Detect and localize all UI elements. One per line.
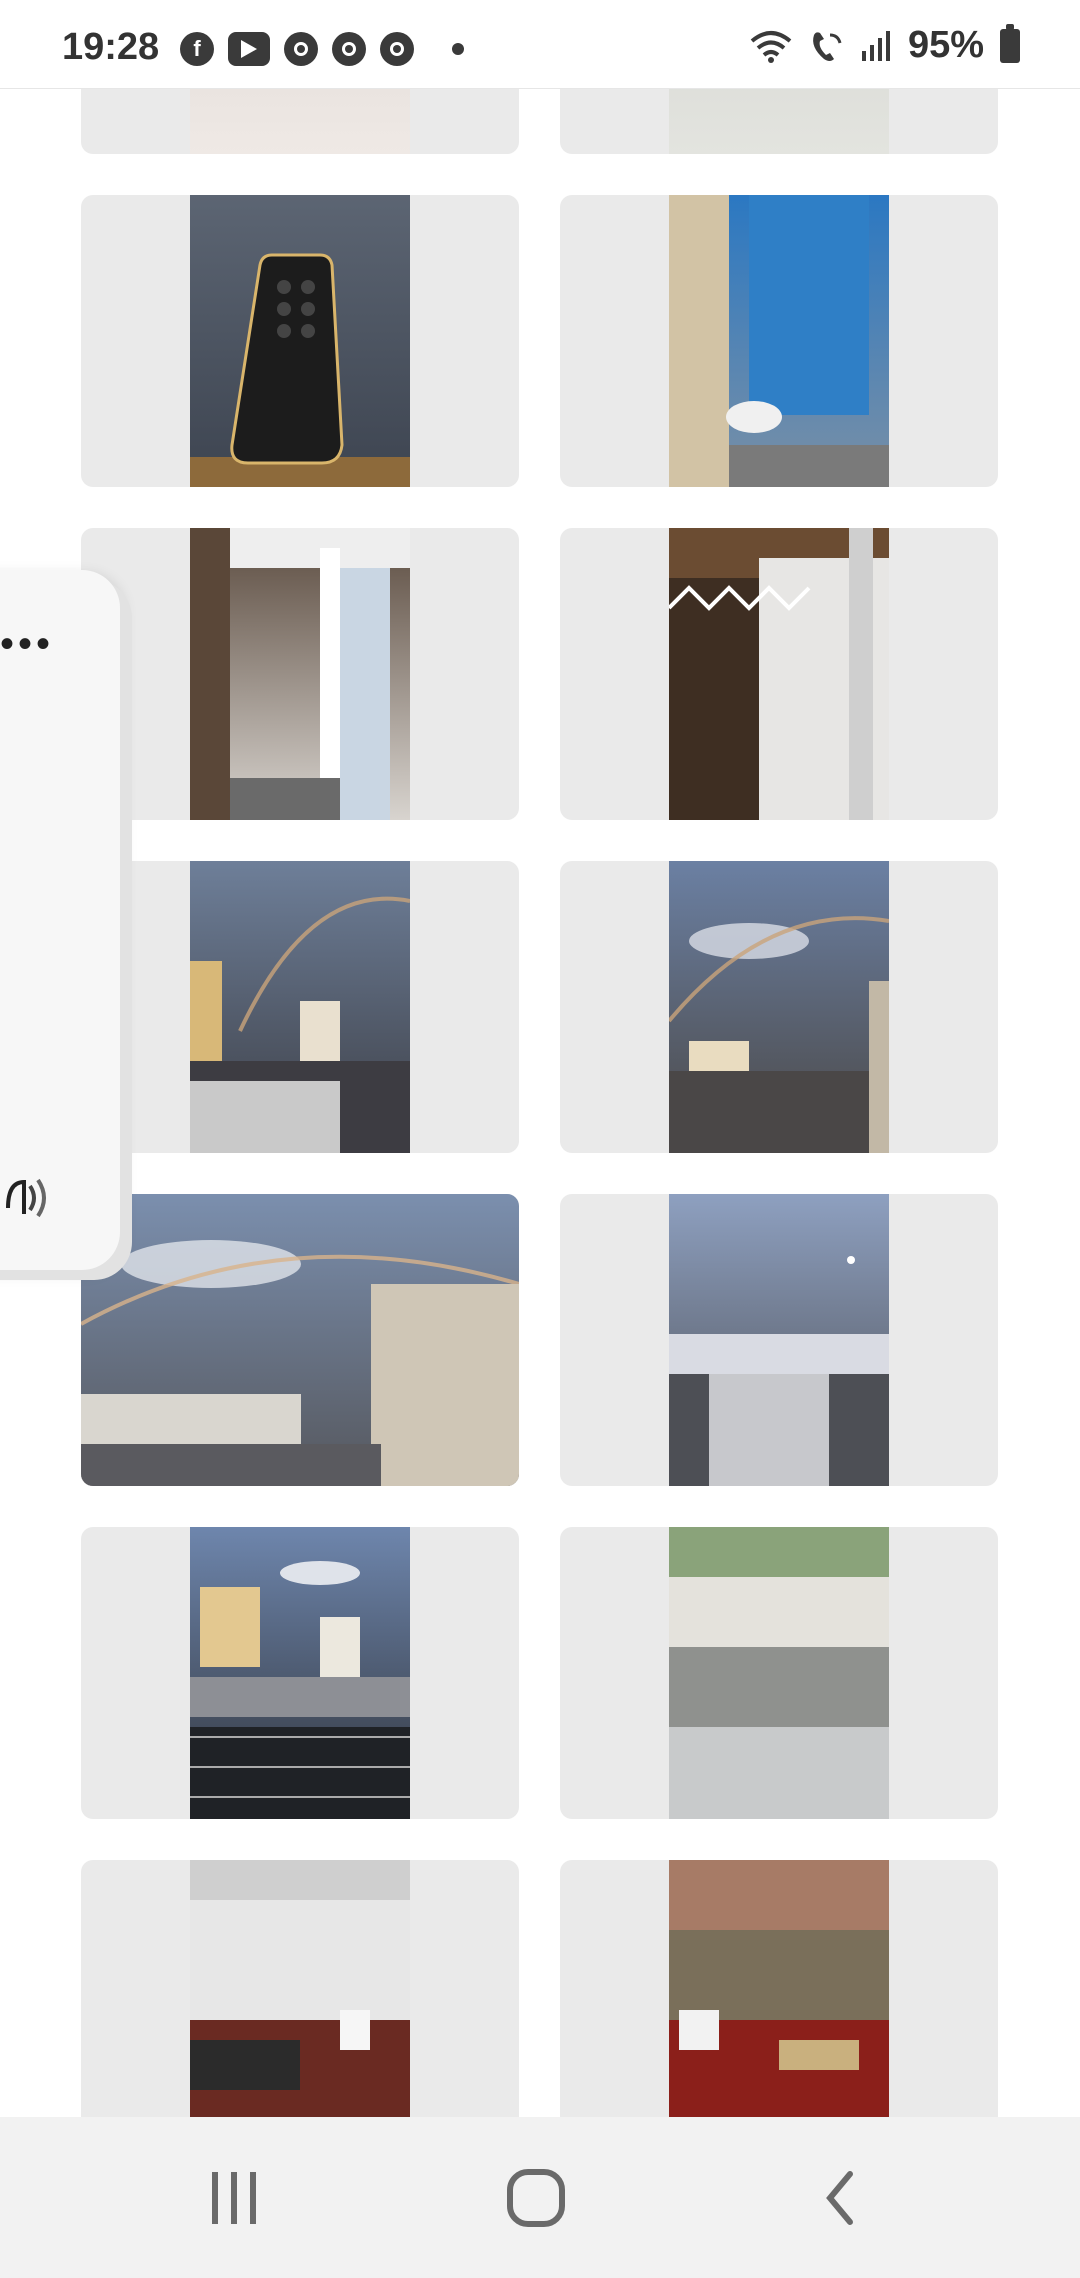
lobby-interior-photo-2 — [669, 1860, 889, 2152]
photo-tile[interactable] — [560, 1194, 998, 1486]
wifi-call-icon — [813, 31, 842, 61]
facebook-icon: f — [180, 32, 214, 66]
wifi-icon — [750, 30, 792, 63]
home-icon — [507, 2168, 565, 2227]
back-button[interactable] — [770, 2117, 910, 2278]
status-time: 19:28 — [62, 26, 160, 68]
back-icon — [826, 2170, 853, 2225]
photo-tile[interactable] — [81, 1194, 519, 1486]
battery-icon — [1000, 23, 1020, 63]
hallway-photo — [190, 528, 410, 820]
youtube-icon — [228, 32, 270, 66]
window-grille-photo — [669, 528, 889, 820]
photo-tile[interactable] — [560, 1527, 998, 1819]
remote-control-photo — [190, 195, 410, 487]
notification-icons: f — [180, 32, 464, 66]
system-icons: 95% — [750, 23, 1020, 67]
signal-icon — [861, 30, 890, 61]
photo-tile[interactable] — [81, 195, 519, 487]
balcony-city-photo — [190, 1527, 410, 1819]
bathroom-shower-curtain-photo — [669, 195, 889, 487]
sound-wave-icon[interactable] — [0, 1168, 60, 1233]
photo-tile[interactable] — [560, 195, 998, 487]
photo-tile[interactable] — [560, 528, 998, 820]
photo-tile[interactable] — [560, 1860, 998, 2152]
rainbow-city-landscape-photo — [81, 1194, 519, 1486]
status-bar: 19:28 f 95% — [0, 0, 1080, 89]
evening-city-photo — [669, 1194, 889, 1486]
battery-percentage: 95% — [907, 24, 984, 66]
recent-apps-icon — [212, 2171, 256, 2224]
more-dots-icon[interactable]: ••• — [0, 622, 54, 667]
photo-tile[interactable] — [560, 861, 998, 1153]
rainbow-city-photo-1 — [190, 861, 410, 1153]
rainbow-city-photo-2 — [669, 861, 889, 1153]
dot-icon — [452, 43, 464, 55]
photo-tile[interactable] — [81, 528, 519, 820]
chrome-icon — [380, 32, 414, 66]
chrome-icon — [284, 32, 318, 66]
recent-apps-button[interactable] — [164, 2117, 304, 2278]
lobby-interior-photo-1 — [190, 1860, 410, 2152]
photo-tile[interactable] — [81, 1860, 519, 2152]
navigation-bar — [0, 2117, 1080, 2278]
photo-tile[interactable] — [81, 1527, 519, 1819]
photo-tile[interactable] — [81, 861, 519, 1153]
building-lobby-photo — [669, 1527, 889, 1819]
home-button[interactable] — [466, 2117, 606, 2278]
chrome-icon — [332, 32, 366, 66]
floating-panel[interactable]: ••• — [0, 570, 120, 1270]
